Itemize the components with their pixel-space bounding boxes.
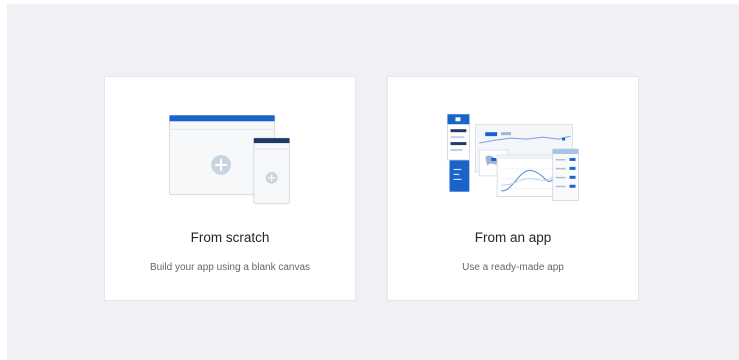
from-scratch-title: From scratch	[190, 230, 270, 245]
from-an-app-description: Use a ready-made app	[462, 262, 564, 273]
blank-canvas-illustration-icon	[168, 114, 291, 205]
ready-made-app-illustration-icon	[447, 113, 579, 202]
from-scratch-card[interactable]: From scratch Build your app using a blan…	[104, 76, 356, 301]
from-scratch-description: Build your app using a blank canvas	[149, 262, 311, 273]
from-an-app-card[interactable]: From an app Use a ready-made app	[387, 76, 639, 301]
create-options-area: From scratch Build your app using a blan…	[7, 4, 739, 360]
from-an-app-title: From an app	[474, 230, 552, 245]
